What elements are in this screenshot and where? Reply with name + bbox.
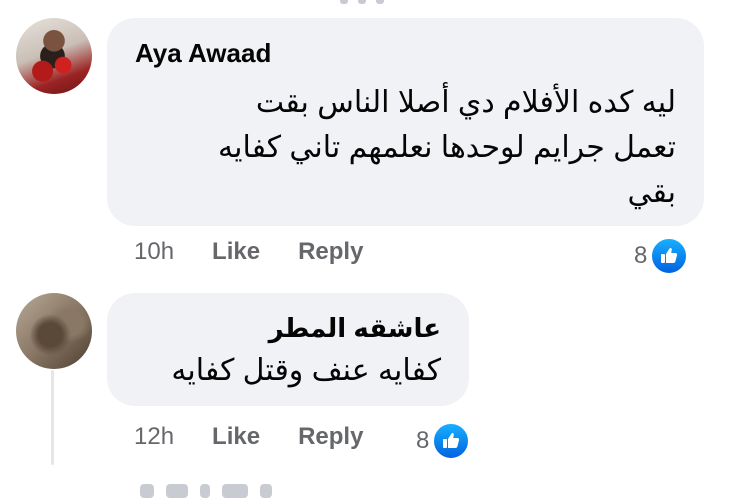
comment-author[interactable]: Aya Awaad [135,38,271,69]
like-button[interactable]: Like [212,423,260,451]
comment-text-line: بقي [627,176,676,209]
reaction-count: 8 [634,242,648,269]
reply-button[interactable]: Reply [298,238,363,266]
avatar[interactable] [16,18,92,94]
comment-text-line: تعمل جرايم لوحدها نعلمهم تاني كفايه [218,131,676,164]
reaction-summary[interactable]: 8 [634,236,690,276]
comment-author[interactable]: عاشقه المطر [269,313,441,344]
comment-actions: 12h Like Reply [134,423,401,451]
comment-text-line: ليه كده الأفلام دي أصلا الناس بقت [255,86,676,119]
comment-text-line: كفايه عنف وقتل كفايه [171,354,441,387]
like-thumb-icon [431,421,472,461]
avatar[interactable] [16,293,92,369]
reaction-count: 8 [416,427,430,454]
comment-text: ليه كده الأفلام دي أصلا الناس بقت تعمل ج… [116,80,676,215]
comment-timestamp[interactable]: 12h [134,423,174,451]
like-button[interactable]: Like [212,238,260,266]
like-thumb-icon [649,236,690,276]
comment-actions: 10h Like Reply [134,238,401,266]
previous-comment-sliver [340,0,384,4]
next-comment-sliver [140,484,272,498]
comment-text: كفايه عنف وقتل كفايه [121,348,441,393]
comment-bubble: عاشقه المطر كفايه عنف وقتل كفايه [107,293,469,406]
reply-thread-line [51,370,54,465]
comment-bubble: Aya Awaad ليه كده الأفلام دي أصلا الناس … [107,18,704,226]
reaction-summary[interactable]: 8 [416,421,472,461]
comment-timestamp[interactable]: 10h [134,238,174,266]
reply-button[interactable]: Reply [298,423,363,451]
